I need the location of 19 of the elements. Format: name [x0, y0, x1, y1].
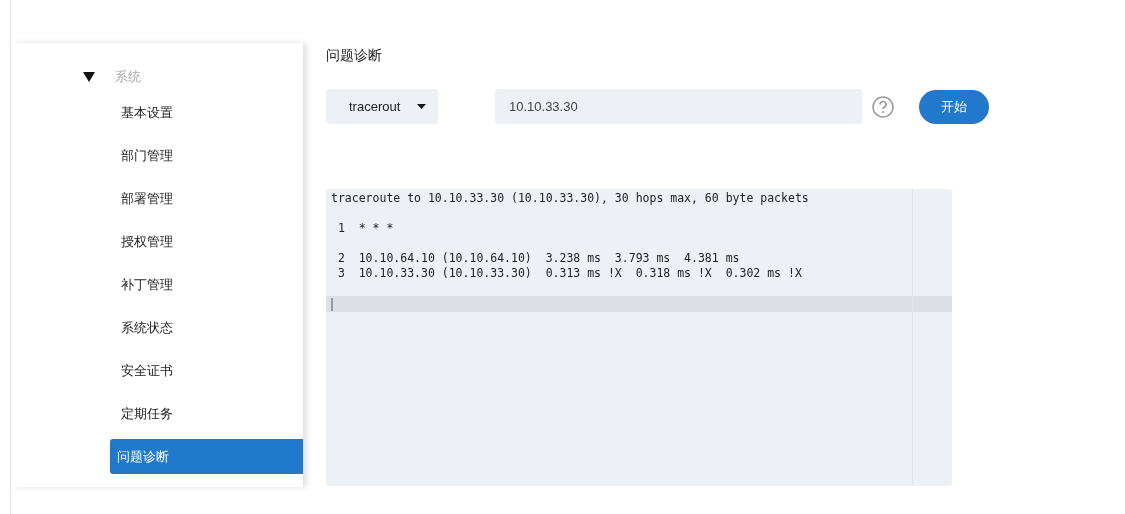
help-icon[interactable]	[872, 95, 894, 118]
sidebar-item[interactable]: 系统状态	[110, 310, 303, 345]
sidebar-item[interactable]: 基本设置	[110, 95, 303, 130]
sidebar-item[interactable]: 安全证书	[110, 353, 303, 388]
sidebar-item[interactable]: 部署管理	[110, 181, 303, 216]
sidebar-item[interactable]: 部门管理	[110, 138, 303, 173]
output-text: traceroute to 10.10.33.30 (10.10.33.30), 30 hops max, 60 byte packets 1 * * * 2 10.10.64.10 (10.10.64.10) 3.238 ms 3.793 ms 4.381 ms 3 10.10.33.30 (10.10.33.30) 0.313 ms !X 0.318 ms !X 0.302 ms !X	[330, 190, 810, 281]
start-button[interactable]: 开始	[919, 89, 989, 124]
tool-select[interactable]: tracerout	[326, 89, 438, 124]
caret-icon	[417, 104, 426, 109]
caret-icon[interactable]	[83, 72, 95, 82]
sidebar-item[interactable]: 补丁管理	[110, 267, 303, 302]
sidebar-item[interactable]: 授权管理	[110, 224, 303, 259]
text-cursor	[331, 297, 333, 311]
sidebar-item[interactable]: 问题诊断	[110, 439, 303, 474]
sidebar-item[interactable]: 定期任务	[110, 396, 303, 431]
page-title: 问题诊断	[326, 47, 383, 65]
group-label: 系统	[115, 68, 141, 86]
target-field[interactable]: 10.10.33.30	[495, 89, 862, 124]
